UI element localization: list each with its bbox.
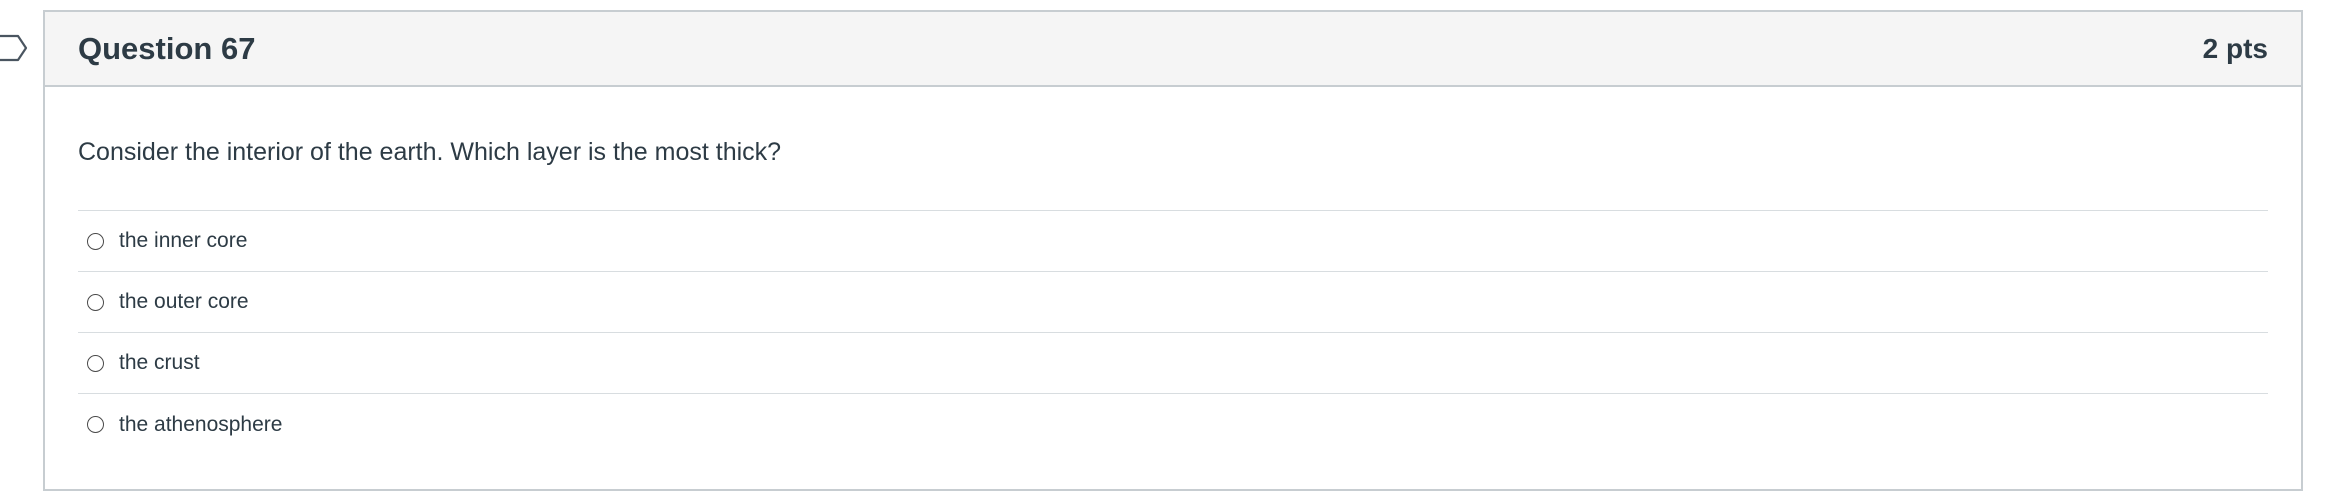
radio-button[interactable] [87, 293, 104, 311]
question-body: Consider the interior of the earth. Whic… [45, 137, 2301, 455]
radio-button[interactable] [87, 416, 104, 433]
answer-label[interactable]: the athenosphere [119, 413, 282, 437]
question-title: Question 67 [78, 30, 256, 66]
question-header: Question 67 2 pts [45, 12, 2301, 87]
quiz-page: Question 67 2 pts Consider the interior … [0, 0, 2328, 502]
radio-button[interactable] [87, 232, 104, 250]
question-text: Consider the interior of the earth. Whic… [78, 138, 782, 166]
radio-button[interactable] [87, 354, 104, 372]
answer-option[interactable]: the inner core [78, 211, 2268, 272]
answer-label[interactable]: the outer core [119, 290, 249, 314]
question-points: 2 pts [2202, 32, 2268, 64]
answer-option[interactable]: the crust [78, 333, 2268, 394]
answer-label[interactable]: the inner core [119, 229, 247, 253]
answer-list: the inner core the outer core the crust … [78, 210, 2268, 455]
question-card: Question 67 2 pts Consider the interior … [43, 10, 2303, 491]
flag-question-icon[interactable] [0, 33, 28, 63]
answer-label[interactable]: the crust [119, 351, 200, 375]
answer-option[interactable]: the outer core [78, 272, 2268, 333]
answer-option[interactable]: the athenosphere [78, 394, 2268, 455]
